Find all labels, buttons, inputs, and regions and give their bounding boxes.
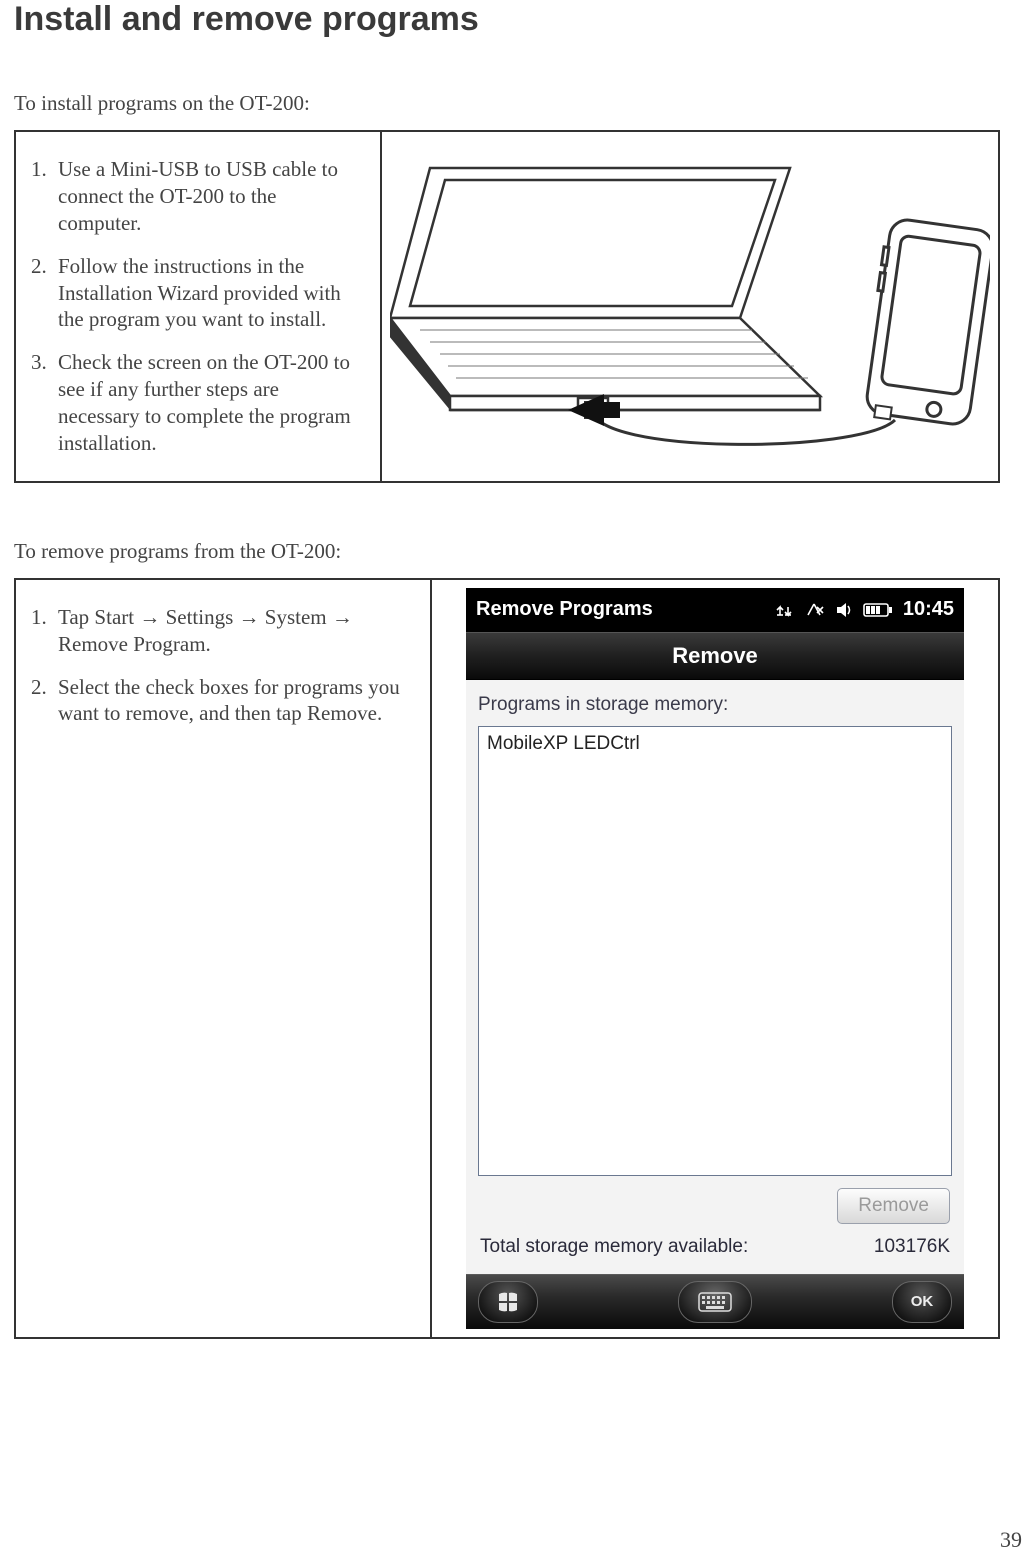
wm-programs-label: Programs in storage memory: xyxy=(478,694,952,716)
install-illustration xyxy=(382,132,998,481)
install-box: Use a Mini-USB to USB cable to connect t… xyxy=(14,130,1000,483)
wm-program-item[interactable]: MobileXP LEDCtrl xyxy=(487,733,943,755)
wm-clock: 10:45 xyxy=(903,598,954,621)
wm-keyboard-button[interactable] xyxy=(678,1281,752,1323)
page-title: Install and remove programs xyxy=(14,0,1000,39)
volume-icon[interactable] xyxy=(835,601,853,619)
remove-screenshot: Remove Programs xyxy=(432,580,998,1337)
signal-icon[interactable] xyxy=(805,601,825,619)
remove-step-1: Tap Start → Settings → System → Remove P… xyxy=(52,604,412,658)
install-step-3: Check the screen on the OT-200 to see if… xyxy=(52,349,362,457)
remove-steps: Tap Start → Settings → System → Remove P… xyxy=(16,580,432,1337)
wm-start-button[interactable] xyxy=(478,1281,538,1323)
remove-step-2: Select the check boxes for programs you … xyxy=(52,674,412,728)
install-steps: Use a Mini-USB to USB cable to connect t… xyxy=(16,132,382,481)
wm-storage-value: 103176K xyxy=(874,1236,950,1258)
wm-storage-label: Total storage memory available: xyxy=(480,1236,874,1258)
remove-box: Tap Start → Settings → System → Remove P… xyxy=(14,578,1000,1339)
battery-icon[interactable] xyxy=(863,602,893,618)
wm-bottombar: OK xyxy=(466,1274,964,1329)
wm-title: Remove Programs xyxy=(476,598,773,621)
wm-screen: Remove Programs xyxy=(466,588,964,1329)
wm-ok-button[interactable]: OK xyxy=(892,1281,952,1323)
page-number: 39 xyxy=(1000,1527,1022,1553)
remove-intro: To remove programs from the OT-200: xyxy=(14,539,1000,564)
wm-remove-button[interactable]: Remove xyxy=(837,1188,950,1224)
wm-titlebar: Remove Programs xyxy=(466,588,964,632)
connectivity-icon[interactable] xyxy=(773,601,795,619)
wm-program-list[interactable]: MobileXP LEDCtrl xyxy=(478,726,952,1176)
wm-tab-remove[interactable]: Remove xyxy=(466,632,964,680)
install-intro: To install programs on the OT-200: xyxy=(14,91,1000,116)
install-step-2: Follow the instructions in the Installat… xyxy=(52,253,362,334)
install-step-1: Use a Mini-USB to USB cable to connect t… xyxy=(52,156,362,237)
wm-body: Programs in storage memory: MobileXP LED… xyxy=(466,680,964,1274)
